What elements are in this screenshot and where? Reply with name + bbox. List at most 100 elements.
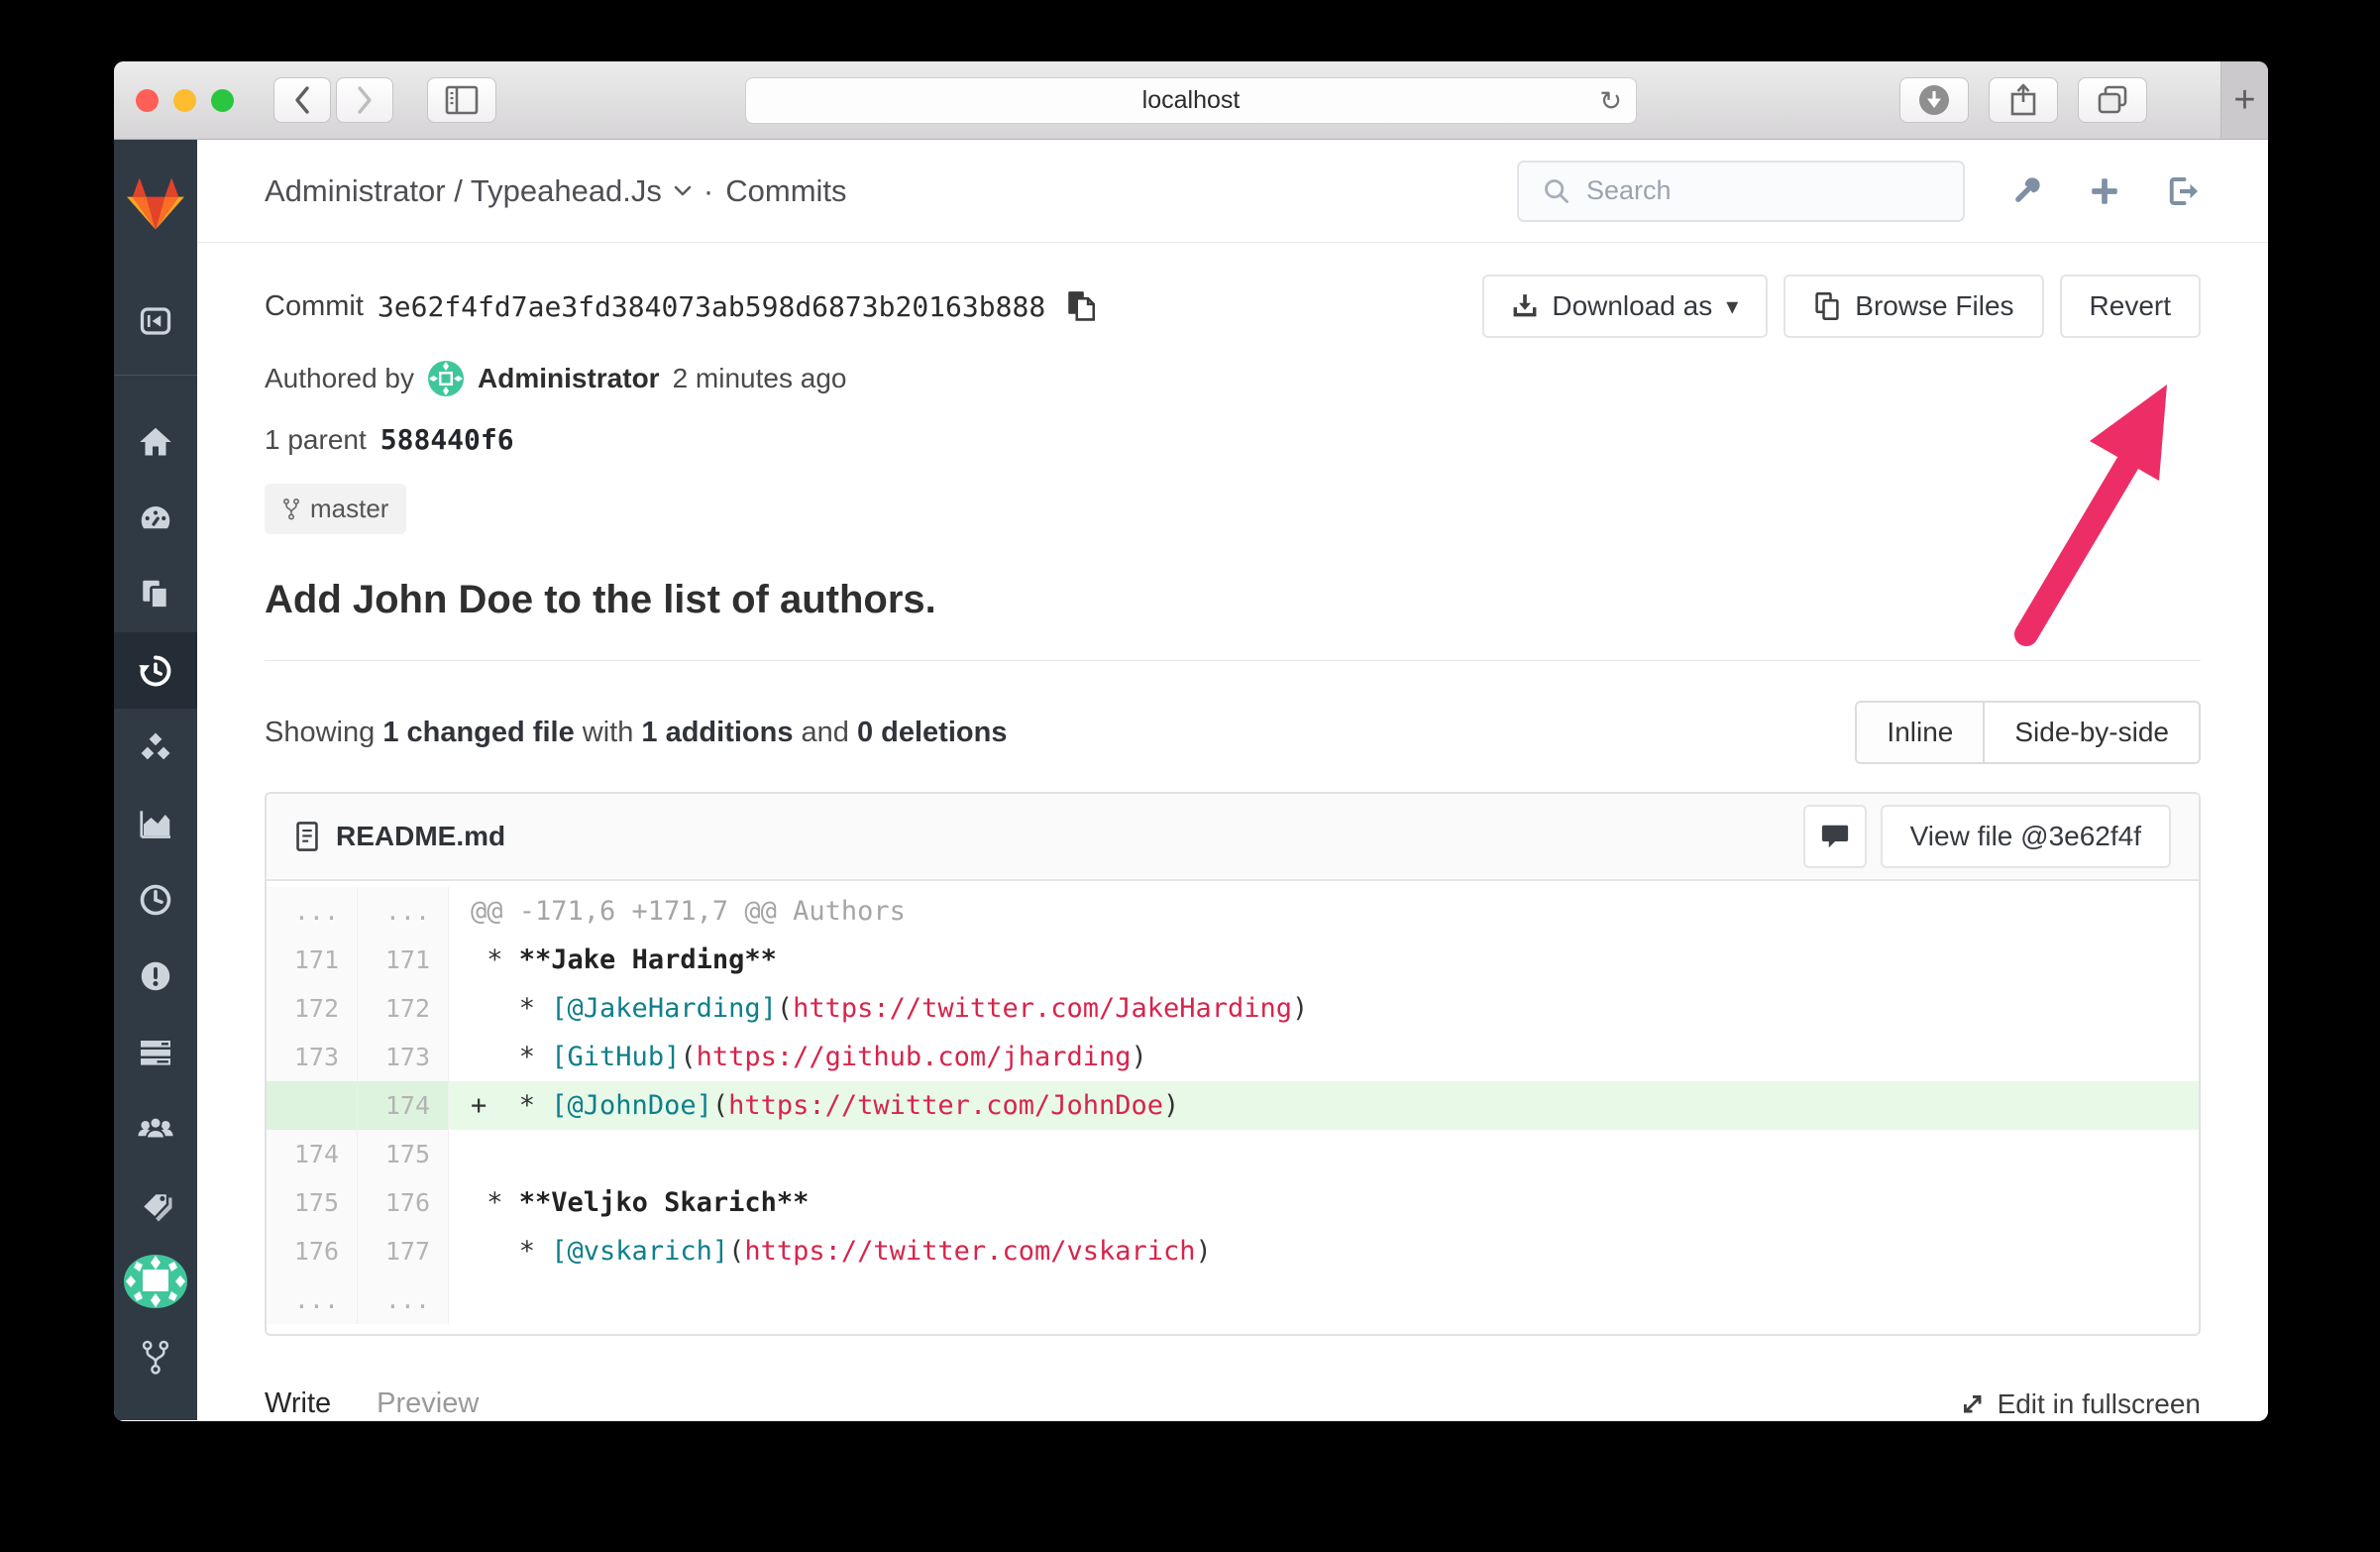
revert-label: Revert xyxy=(2089,290,2171,321)
diff-line: 174 + * [@JohnDoe](https://twitter.com/Jo… xyxy=(267,1081,2199,1130)
sidebar-item-labels[interactable] xyxy=(114,1166,197,1243)
diff-code xyxy=(449,1275,471,1324)
comment-button[interactable] xyxy=(1802,805,1867,868)
sidebar-item-issues[interactable] xyxy=(114,938,197,1014)
new-line-number[interactable]: 171 xyxy=(358,936,449,984)
sidebar-item-home[interactable] xyxy=(114,403,197,480)
dashboard-gauge-icon xyxy=(138,500,173,536)
files-icon xyxy=(138,577,173,612)
back-icon xyxy=(291,84,313,116)
list-bars-icon xyxy=(138,1035,173,1070)
downloads-icon xyxy=(1917,83,1951,117)
search-input[interactable] xyxy=(1586,175,1939,206)
sidebar-item-members[interactable] xyxy=(114,1090,197,1166)
tab-preview[interactable]: Preview xyxy=(377,1387,479,1420)
diff-line: 171 171 * **Jake Harding** xyxy=(267,936,2199,984)
sidebar-item-files[interactable] xyxy=(114,556,197,632)
old-line-number[interactable] xyxy=(267,1081,358,1130)
caret-down-icon: ▾ xyxy=(1726,292,1739,320)
new-line-number[interactable]: 173 xyxy=(358,1033,449,1081)
new-line-number[interactable]: 172 xyxy=(358,984,449,1033)
diff-code: * [@vskarich](https://twitter.com/vskari… xyxy=(471,1236,1212,1267)
downloads-button[interactable] xyxy=(1899,77,1969,123)
tab-overview-button[interactable] xyxy=(2078,77,2147,123)
sign-out-icon[interactable] xyxy=(2165,173,2201,209)
old-line-number[interactable]: 171 xyxy=(267,936,358,984)
diff-line: ...... xyxy=(267,1275,2199,1324)
sidebar-item-builds[interactable] xyxy=(114,861,197,938)
download-as-button[interactable]: Download as ▾ xyxy=(1482,275,1769,338)
authored-time: 2 minutes ago xyxy=(672,363,847,393)
new-tab-button[interactable]: + xyxy=(2220,61,2268,139)
sidebar-item-activity[interactable] xyxy=(114,480,197,556)
sidebar-item-graphs[interactable] xyxy=(114,785,197,861)
new-line-number[interactable]: 174 xyxy=(358,1081,449,1130)
clock-icon xyxy=(138,882,173,918)
sidebar-toggle-icon xyxy=(445,85,479,115)
new-line-number[interactable]: 176 xyxy=(358,1178,449,1227)
diff-file-box: README.md View file @3e62f4f ...... @@ -1… xyxy=(265,792,2201,1336)
tab-write[interactable]: Write xyxy=(265,1387,331,1420)
history-icon xyxy=(138,653,173,689)
author-avatar xyxy=(427,360,465,397)
file-name[interactable]: README.md xyxy=(336,821,505,852)
share-button[interactable] xyxy=(1989,77,2058,123)
divider xyxy=(265,660,2201,661)
old-line-number[interactable]: 176 xyxy=(267,1227,358,1275)
address-bar-url: localhost xyxy=(1141,86,1241,114)
issues-exclamation-icon xyxy=(138,958,173,994)
new-line-number[interactable]: 177 xyxy=(358,1227,449,1275)
old-line-number[interactable]: ... xyxy=(267,887,358,936)
browse-files-button[interactable]: Browse Files xyxy=(1784,275,2044,338)
view-file-button[interactable]: View file @3e62f4f xyxy=(1880,805,2171,868)
sidebar-item-fork[interactable] xyxy=(114,1319,197,1395)
sidebar-item-network[interactable] xyxy=(114,709,197,785)
copy-to-clipboard-icon[interactable] xyxy=(1065,289,1097,323)
forward-button[interactable] xyxy=(336,77,393,123)
address-bar[interactable]: localhost ↻ xyxy=(745,77,1637,124)
toggle-inline[interactable]: Inline xyxy=(1857,703,1986,762)
diff-line: 176 177 * [@vskarich](https://twitter.com… xyxy=(267,1227,2199,1275)
chevron-down-icon[interactable] xyxy=(674,185,692,197)
revert-button[interactable]: Revert xyxy=(2059,275,2201,338)
sidebar-toggle-button[interactable] xyxy=(427,77,496,123)
sidebar-item-commits[interactable] xyxy=(114,632,197,709)
gitlab-logo[interactable] xyxy=(114,140,197,267)
new-line-number[interactable]: ... xyxy=(358,1275,449,1324)
gitlab-sidebar xyxy=(114,140,197,1420)
browser-titlebar: localhost ↻ + xyxy=(114,61,2268,140)
back-button[interactable] xyxy=(273,77,331,123)
search-box[interactable] xyxy=(1517,160,1965,222)
close-window-button[interactable] xyxy=(136,88,159,112)
sidebar-item-merge-requests[interactable] xyxy=(114,1014,197,1090)
old-line-number[interactable]: 174 xyxy=(267,1130,358,1178)
parent-hash[interactable]: 588440f6 xyxy=(380,423,514,456)
diff-code: + * [@JohnDoe](https://twitter.com/JohnD… xyxy=(449,1081,2199,1130)
tab-overview-icon xyxy=(2096,84,2129,116)
old-line-number[interactable]: 172 xyxy=(267,984,358,1033)
summary-text: Showing 1 changed file with 1 additions … xyxy=(265,716,1008,748)
new-line-number[interactable]: ... xyxy=(358,887,449,936)
old-line-number[interactable]: ... xyxy=(267,1275,358,1324)
sidebar-item-collapse[interactable] xyxy=(114,267,197,376)
zoom-window-button[interactable] xyxy=(211,88,234,112)
search-icon xyxy=(1543,177,1570,205)
edit-fullscreen-link[interactable]: Edit in fullscreen xyxy=(1960,1388,2201,1420)
toggle-side-by-side[interactable]: Side-by-side xyxy=(1985,703,2199,762)
sidebar-profile-avatar[interactable] xyxy=(114,1243,197,1319)
commit-hash: 3e62f4fd7ae3fd384073ab598d6873b20163b888 xyxy=(377,289,1046,323)
file-icon xyxy=(294,821,320,852)
diff-line: 172 172 * [@JakeHarding](https://twitter.… xyxy=(267,984,2199,1033)
breadcrumb-repo[interactable]: Administrator / Typeahead.Js xyxy=(265,173,662,209)
new-project-plus-icon[interactable] xyxy=(2088,174,2121,208)
branch-tag[interactable]: master xyxy=(265,484,407,534)
admin-wrench-icon[interactable] xyxy=(2008,173,2044,209)
reload-icon[interactable]: ↻ xyxy=(1599,86,1622,117)
old-line-number[interactable]: 175 xyxy=(267,1178,358,1227)
diff-line: 175 176 * **Veljko Skarich** xyxy=(267,1178,2199,1227)
minimize-window-button[interactable] xyxy=(173,88,196,112)
old-line-number[interactable]: 173 xyxy=(267,1033,358,1081)
authored-prefix: Authored by xyxy=(265,363,414,393)
author-name[interactable]: Administrator xyxy=(478,363,660,394)
new-line-number[interactable]: 175 xyxy=(358,1130,449,1178)
